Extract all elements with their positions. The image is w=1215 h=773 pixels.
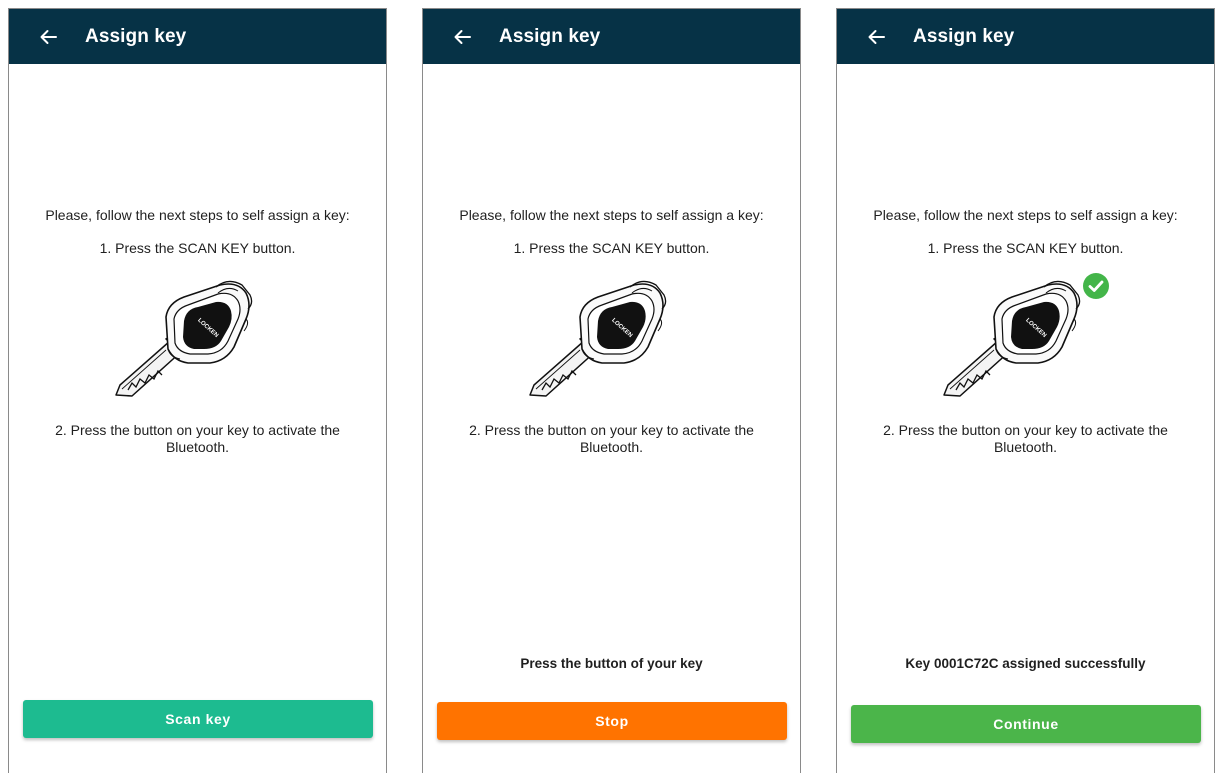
page-title: Assign key bbox=[499, 25, 601, 47]
instruction-step-2: 2. Press the button on your key to activ… bbox=[883, 422, 1168, 455]
instruction-step-1: 1. Press the SCAN KEY button. bbox=[513, 240, 710, 256]
check-circle-icon bbox=[1083, 273, 1109, 299]
instruction-step-2: 2. Press the button on your key to activ… bbox=[55, 422, 340, 455]
stop-button[interactable]: Stop bbox=[437, 702, 787, 740]
key-icon: LOCKEN bbox=[932, 279, 1082, 404]
instructions-intro: Please, follow the next steps to self as… bbox=[459, 207, 764, 223]
app-bar: Assign key bbox=[423, 9, 800, 64]
instruction-step-1: 1. Press the SCAN KEY button. bbox=[99, 240, 296, 256]
key-icon: LOCKEN bbox=[518, 279, 668, 404]
instructions-intro: Please, follow the next steps to self as… bbox=[873, 207, 1178, 223]
app-bar: Assign key bbox=[9, 9, 386, 64]
scan-status-text: Press the button of your key bbox=[520, 656, 703, 671]
success-status-text: Key 0001C72C assigned successfully bbox=[905, 656, 1146, 671]
key-icon: LOCKEN bbox=[104, 279, 254, 404]
back-arrow-icon[interactable] bbox=[451, 26, 473, 48]
instruction-step-1: 1. Press the SCAN KEY button. bbox=[927, 240, 1124, 256]
continue-button[interactable]: Continue bbox=[851, 705, 1201, 743]
app-bar: Assign key bbox=[837, 9, 1214, 64]
page-title: Assign key bbox=[85, 25, 187, 47]
assign-key-screen-initial: Assign key Please, follow the next steps… bbox=[8, 8, 387, 773]
assign-key-screen-scanning: Assign key Please, follow the next steps… bbox=[422, 8, 801, 773]
back-arrow-icon[interactable] bbox=[865, 26, 887, 48]
instructions-intro: Please, follow the next steps to self as… bbox=[45, 207, 350, 223]
assign-key-screen-success: Assign key Please, follow the next steps… bbox=[836, 8, 1215, 773]
back-arrow-icon[interactable] bbox=[37, 26, 59, 48]
instruction-step-2: 2. Press the button on your key to activ… bbox=[469, 422, 754, 455]
scan-key-button[interactable]: Scan key bbox=[23, 700, 373, 738]
page-title: Assign key bbox=[913, 25, 1015, 47]
